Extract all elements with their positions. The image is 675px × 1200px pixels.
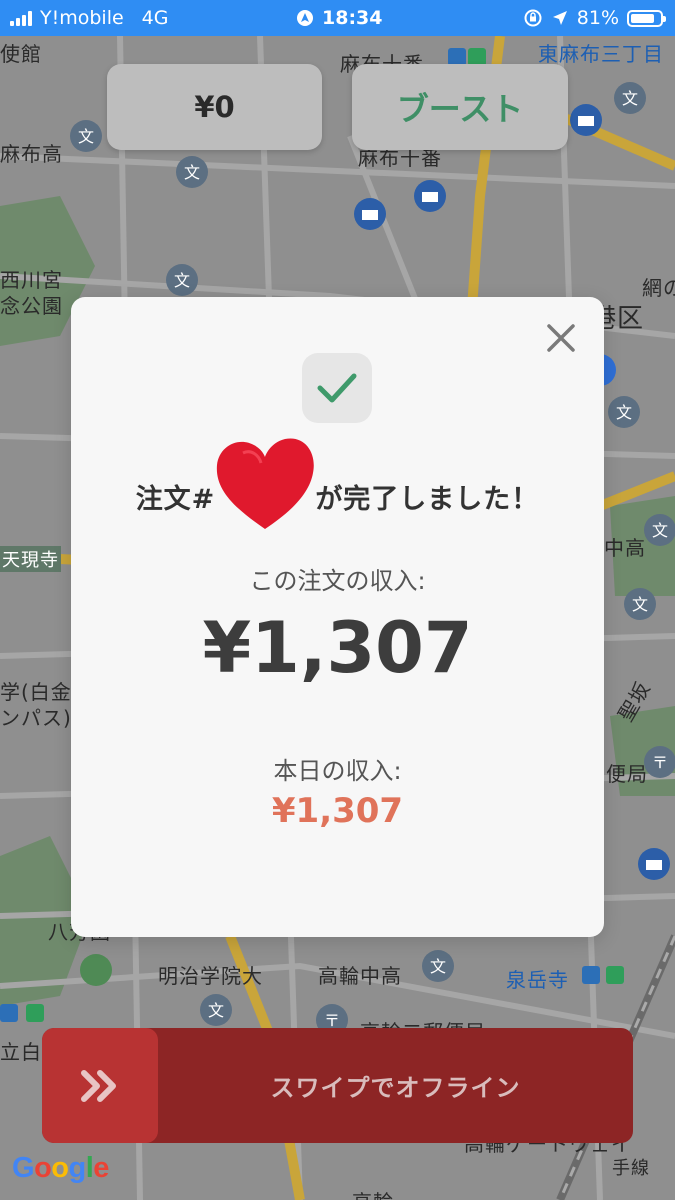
status-bar: Y!mobile 4G 18:34 81% [0, 0, 675, 36]
order-income-label: この注文の収入: [249, 567, 426, 595]
map-label: 麻布高 [0, 142, 63, 166]
dialog-title: 注文# が完了しました！ [71, 477, 604, 516]
svg-text:文: 文 [174, 271, 190, 290]
redaction-heart-icon [216, 438, 314, 529]
location-arrow-icon [552, 11, 567, 25]
swipe-handle[interactable] [42, 1028, 158, 1143]
status-right: 81% [523, 0, 666, 36]
svg-text:〒: 〒 [652, 753, 668, 772]
network-type: 4G [141, 7, 169, 29]
map-label: ンパス) [0, 706, 72, 730]
title-suffix: が完了しました！ [315, 484, 540, 515]
map-label: 学(白金 [0, 680, 72, 704]
svg-text:文: 文 [632, 595, 648, 614]
boost-label: ブースト [396, 90, 524, 128]
svg-text:文: 文 [652, 521, 668, 540]
map-label: 明治学院大 [158, 964, 263, 988]
earnings-value: ¥0 [194, 90, 235, 124]
status-left: Y!mobile 4G [10, 0, 168, 36]
map-label: 使館 [0, 42, 42, 66]
today-income-label: 本日の収入: [273, 757, 402, 785]
location-service-icon [297, 10, 313, 26]
svg-text:文: 文 [208, 1001, 224, 1020]
svg-text:文: 文 [430, 957, 446, 976]
swipe-label: スワイプでオフライン [270, 1074, 521, 1102]
map-label: 網の [642, 276, 675, 300]
map-label: 高輪 [352, 1186, 394, 1200]
map-label: 東麻布三丁目 [538, 42, 664, 66]
svg-text:文: 文 [616, 403, 632, 422]
close-icon[interactable] [540, 317, 582, 359]
battery-percent: 81% [576, 7, 619, 29]
map-label: 泉岳寺 [506, 968, 569, 992]
success-badge [302, 353, 372, 423]
swipe-offline-slider[interactable]: スワイプでオフライン [42, 1028, 633, 1143]
map-label: 高輪中高 [318, 964, 402, 988]
map-label: 念公園 [0, 294, 63, 318]
battery-fill [631, 13, 654, 23]
signal-icon [10, 10, 32, 26]
svg-text:文: 文 [78, 127, 94, 146]
map-label: 立白 [0, 1040, 42, 1064]
map-label: 天現寺 [0, 546, 61, 572]
google-logo: Google [12, 1152, 109, 1184]
rotation-lock-icon [524, 9, 542, 27]
battery-icon [627, 9, 666, 27]
order-income-amount: ¥1,307 [202, 607, 473, 689]
map-label: 便局 [606, 762, 648, 786]
status-center: 18:34 [296, 0, 382, 36]
map-label: 中高 [604, 536, 646, 560]
boost-button[interactable]: ブースト [352, 64, 568, 150]
double-chevron-right-icon [81, 1069, 116, 1102]
earnings-chip[interactable]: ¥0 [107, 64, 322, 150]
map-label: 西川宮 [0, 268, 63, 292]
map-label: 手線 [612, 1158, 650, 1179]
clock: 18:34 [322, 7, 383, 29]
svg-text:文: 文 [622, 89, 638, 108]
today-income-amount: ¥1,307 [271, 791, 404, 831]
carrier-name: Y!mobile [40, 7, 124, 29]
order-complete-dialog: 注文# が完了しました！ この注文の収入: ¥1,307 本日の収入: ¥1,30… [71, 297, 604, 937]
checkmark-icon [317, 373, 357, 403]
svg-text:文: 文 [184, 163, 200, 182]
title-prefix: 注文# [135, 484, 216, 515]
